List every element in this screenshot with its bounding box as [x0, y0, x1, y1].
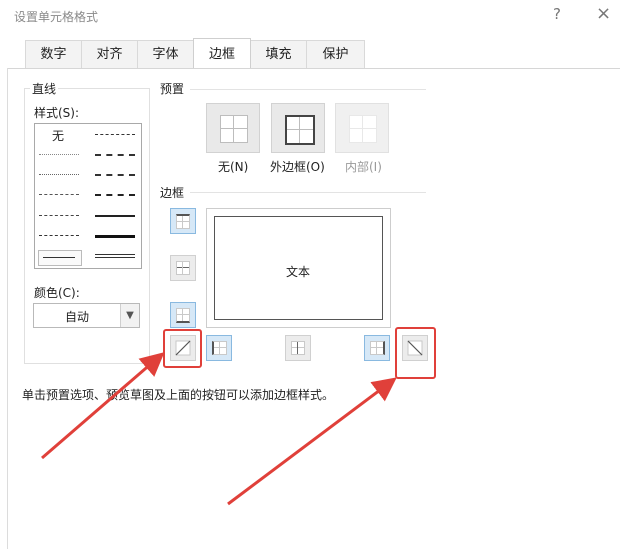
annotation-arrows [41, 352, 397, 506]
arrow-to-diagonal-up [41, 352, 165, 460]
tab-border[interactable]: 边框 [193, 38, 251, 68]
arrow-to-diagonal-down [227, 377, 397, 506]
